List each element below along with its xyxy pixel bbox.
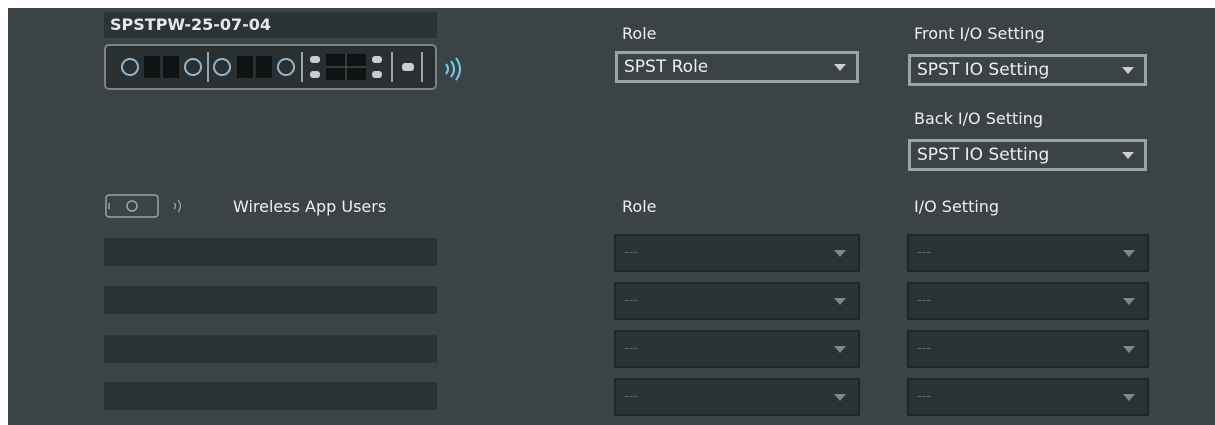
wireless-io-setting-value: --- xyxy=(917,245,932,260)
device-config-panel: SPSTPW-25-07-04 Role SPST Role Front I/O… xyxy=(8,8,1215,425)
role-dropdown-value: SPST Role xyxy=(624,57,709,77)
phone-wireless-icon xyxy=(105,194,159,218)
wireless-user-slot[interactable] xyxy=(104,382,437,410)
wireless-role-dropdown[interactable]: --- xyxy=(614,378,860,416)
chevron-down-icon xyxy=(834,346,846,353)
wireless-user-slot[interactable] xyxy=(104,335,437,363)
front-io-setting-value: SPST IO Setting xyxy=(917,60,1050,80)
back-io-setting-label: Back I/O Setting xyxy=(914,109,1044,128)
chevron-down-icon xyxy=(1123,394,1135,401)
wireless-signal-small-icon xyxy=(173,199,182,213)
wireless-io-setting-dropdown[interactable]: --- xyxy=(907,234,1149,272)
wireless-io-setting-value: --- xyxy=(917,341,932,356)
wireless-role-value: --- xyxy=(624,341,639,356)
chevron-down-icon xyxy=(834,298,846,305)
wireless-role-value: --- xyxy=(624,245,639,260)
wireless-role-value: --- xyxy=(624,389,639,404)
chevron-down-icon xyxy=(1123,250,1135,257)
chevron-down-icon xyxy=(834,64,846,71)
wireless-io-setting-value: --- xyxy=(917,293,932,308)
wireless-role-value: --- xyxy=(624,293,639,308)
wireless-user-slot[interactable] xyxy=(104,286,437,314)
wireless-io-setting-label: I/O Setting xyxy=(914,197,1000,216)
chevron-down-icon xyxy=(1122,67,1134,74)
wireless-role-dropdown[interactable]: --- xyxy=(614,234,860,272)
wireless-role-dropdown[interactable]: --- xyxy=(614,282,860,320)
chevron-down-icon xyxy=(834,250,846,257)
chevron-down-icon xyxy=(1123,346,1135,353)
role-label: Role xyxy=(622,24,657,43)
wireless-signal-icon xyxy=(445,57,461,81)
back-io-setting-dropdown[interactable]: SPST IO Setting xyxy=(908,139,1147,171)
chevron-down-icon xyxy=(834,394,846,401)
front-io-setting-dropdown[interactable]: SPST IO Setting xyxy=(908,54,1147,86)
wireless-app-users-title: Wireless App Users xyxy=(233,197,387,216)
wireless-role-label: Role xyxy=(622,197,657,216)
role-dropdown[interactable]: SPST Role xyxy=(615,51,859,83)
wireless-role-dropdown[interactable]: --- xyxy=(614,330,860,368)
wireless-io-setting-dropdown[interactable]: --- xyxy=(907,330,1149,368)
front-io-setting-label: Front I/O Setting xyxy=(914,24,1045,43)
device-front-panel-image xyxy=(104,44,437,90)
wireless-io-setting-dropdown[interactable]: --- xyxy=(907,378,1149,416)
back-io-setting-value: SPST IO Setting xyxy=(917,145,1050,165)
device-name: SPSTPW-25-07-04 xyxy=(104,12,437,38)
wireless-io-setting-value: --- xyxy=(917,389,932,404)
chevron-down-icon xyxy=(1122,152,1134,159)
wireless-io-setting-dropdown[interactable]: --- xyxy=(907,282,1149,320)
chevron-down-icon xyxy=(1123,298,1135,305)
wireless-user-slot[interactable] xyxy=(104,238,437,266)
